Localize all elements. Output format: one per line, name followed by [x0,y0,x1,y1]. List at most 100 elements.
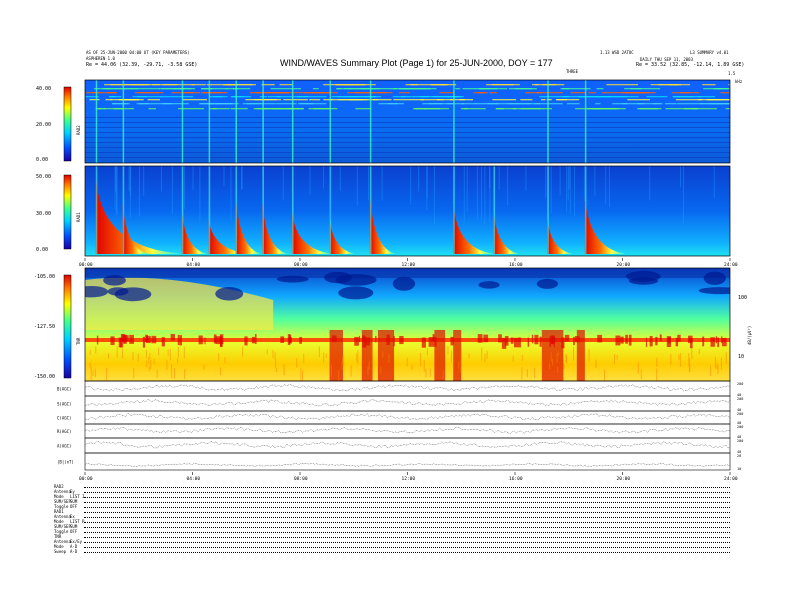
rad1-streak [454,166,456,195]
tnr-noise [166,359,168,370]
rad1-streak [608,166,610,207]
rad1-burst-onset [122,166,125,254]
tnr-noise [603,369,605,381]
tnr-noise [460,360,462,373]
mid-time-axis: 00:00 04:00 08:00 12:00 16:00 20:00 24:00 [79,258,738,268]
rad2-tick-bottom: 0.00 [36,157,48,163]
tnr-noise [153,358,155,365]
rad1-streak [418,166,420,192]
rad2-band-segment [477,92,485,94]
rad1-streak [410,166,412,205]
line-panel-scale-top: 20 [737,454,741,458]
tnr-noise [716,362,718,370]
rad2-band-segment [675,99,703,101]
tnr-panel: -105.00 -127.50 -150.00 TNR 100 10 dB/(μ… [34,267,752,382]
rad2-band-segment [622,103,645,105]
tnr-red-spike [513,337,518,348]
tnr-red-spike [620,336,624,344]
settings-key: Sweep [54,549,67,554]
tnr-red-spike [146,335,151,344]
tnr-noise [616,354,618,360]
rad2-band-segment [515,88,537,90]
tnr-noise [183,346,185,359]
tnr-noise [116,346,118,358]
tnr-dark-patch [276,275,309,283]
rad2-band-segment [209,96,228,98]
tnr-noise [534,367,536,379]
rad1-streak [381,166,383,201]
rad1-streak [160,166,162,192]
rad2-band-segment [212,108,230,110]
tnr-noise [133,367,135,379]
tnr-red-spike [421,337,426,348]
settings-value: A-D [70,549,78,554]
rad2-band-segment [624,88,640,90]
rad2-band-segment [303,103,314,105]
tnr-red-spike [125,335,129,342]
rad2-band-segment [684,108,717,110]
tnr-red-spike [354,336,359,346]
tnr-tick-bottom: -150.00 [34,374,55,380]
line-panel-label: |B|(nT) [57,460,74,465]
tnr-noise [356,353,358,362]
tnr-tick-mid: -127.50 [34,324,55,330]
rad2-burst [262,80,264,163]
rad2-band-segment [716,88,730,90]
tnr-dark-patch [628,277,659,285]
tnr-red-spike [161,337,165,347]
line-panel-scale-top: 200 [737,382,743,386]
rad2-band-segment [566,103,580,105]
settings-dotted-line [84,527,730,528]
rad1-streak [545,166,547,199]
rad2-band-segment [555,99,580,101]
rad2-band-segment [463,108,486,110]
rad2-band-segment [309,99,321,101]
rad2-band-segment [570,92,586,94]
tnr-noise [266,349,268,355]
rad2-band-segment [378,103,404,105]
rad1-burst-onset [262,166,264,254]
tnr-noise [640,369,642,380]
tnr-red-spike [504,336,509,346]
tnr-dark-patch [478,281,500,289]
tnr-red-spike [628,334,632,346]
tnr-noise [688,358,690,373]
tnr-red-spike [177,334,180,345]
rad2-band-segment [130,88,160,90]
tnr-noise [425,368,427,378]
rad1-tick-bottom: 0.00 [36,247,48,253]
tnr-noise [184,369,186,380]
tnr-noise [720,357,722,370]
line-panel-frame [84,423,731,439]
tnr-noise [447,346,449,355]
line-panel-frame [84,452,731,471]
time-tick-label: 20:00 [617,476,631,482]
rad2-band-segment [492,99,517,101]
tnr-red-spike [715,336,718,344]
rad2-burst [453,80,455,163]
tnr-red-spike [710,337,715,347]
rad2-tick-mid: 20.00 [36,122,51,128]
rad2-band-segment [347,84,376,86]
tnr-noise [242,346,244,357]
tnr-red-block [361,330,373,381]
rad2-band-segment [646,96,668,98]
tnr-noise [715,356,717,369]
tnr-noise [341,362,343,370]
rad2-band-segment [420,96,429,98]
tnr-noise [458,361,460,369]
rad2-band-segment [495,84,520,86]
rad2-band-segment [89,99,100,101]
tnr-noise [275,367,277,373]
tnr-red-spike [677,334,681,342]
tnr-noise [678,354,680,361]
tnr-dark-patch [392,276,416,291]
tnr-red-spike [428,337,434,347]
tnr-noise [90,366,92,380]
tnr-noise [148,357,150,364]
tnr-noise [442,370,444,380]
tnr-red-spike [251,336,256,344]
tnr-red-spike [179,335,183,346]
rad2-band-segment [160,96,194,98]
tnr-noise [218,353,220,361]
